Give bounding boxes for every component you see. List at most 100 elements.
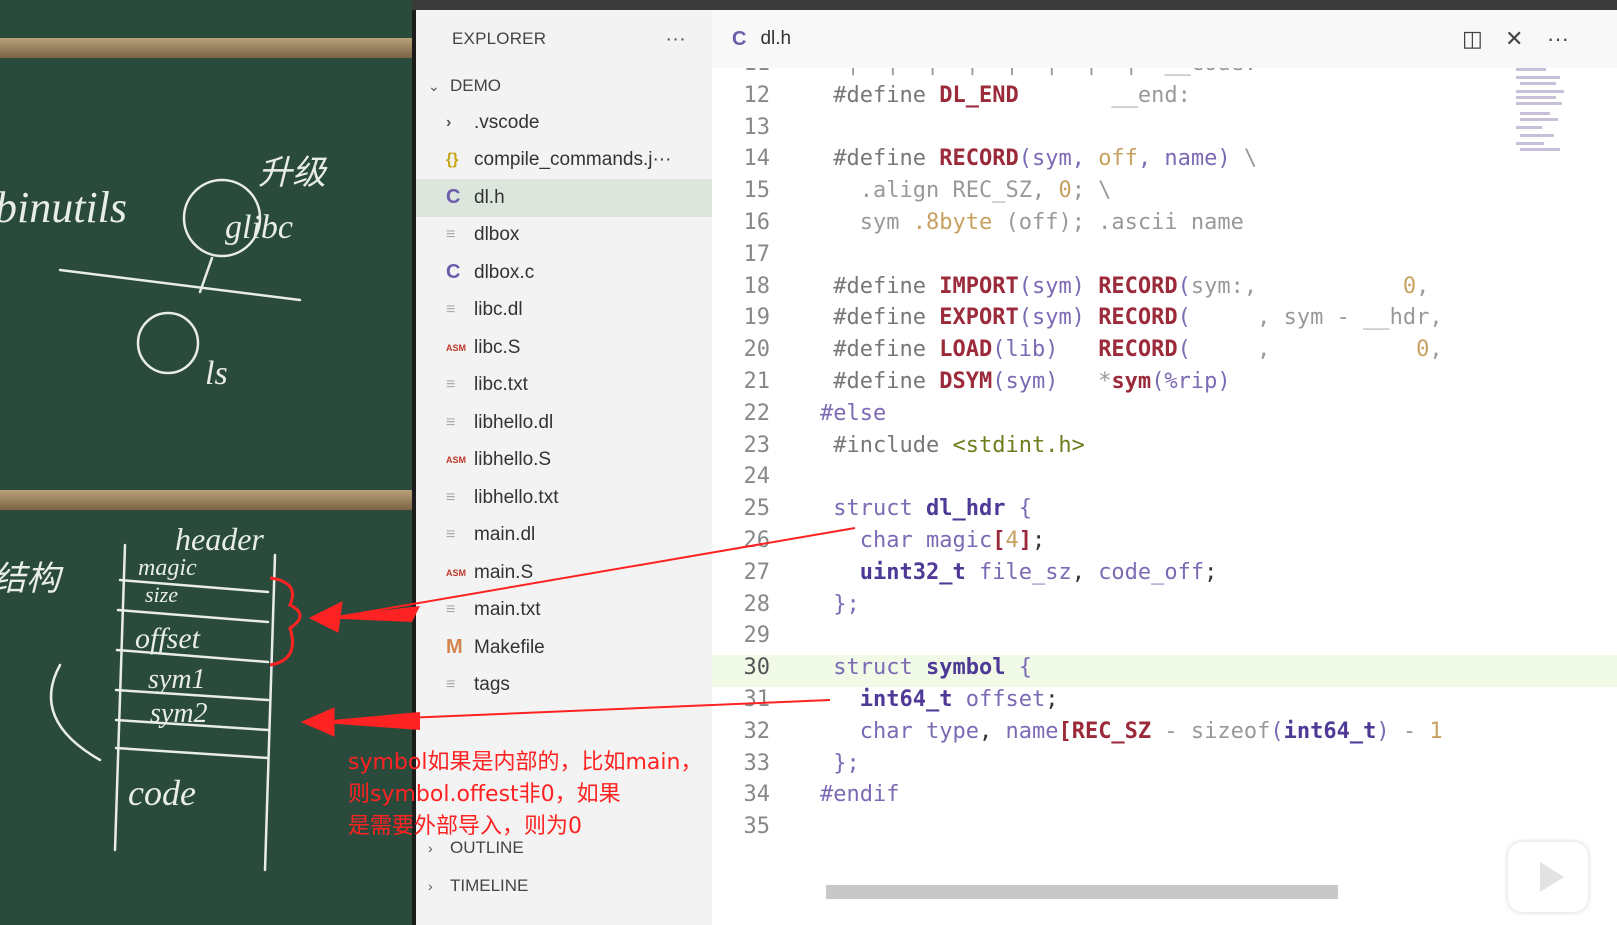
line-source: #define RECORD(sym, off, name) \ (820, 146, 1258, 172)
explorer-header: EXPLORER ··· (416, 10, 712, 68)
line-number: 17 (743, 241, 771, 267)
code-line[interactable]: 23 #include <stdint.h> (712, 433, 1617, 465)
file-name: main.S (474, 561, 534, 583)
explorer-title: EXPLORER (452, 29, 547, 48)
code-line[interactable]: 18 #define IMPORT(sym) RECORD(sym:, 0, (712, 274, 1617, 306)
line-source: }; (833, 750, 860, 776)
code-line[interactable]: 14 #define RECORD(sym, off, name) \ (712, 146, 1617, 178)
file-item[interactable]: Cdl.h (416, 179, 712, 217)
file-item[interactable]: ≡ dlbox (416, 217, 712, 255)
text-file-icon: ≡ (446, 301, 456, 319)
file-name: dlbox.c (474, 261, 535, 283)
split-editor-icon[interactable]: ◫ (1462, 26, 1483, 52)
file-name: main.dl (474, 524, 536, 546)
svg-text:code: code (128, 773, 196, 813)
tab-bar: C dl.h ◫ ✕ ··· (712, 10, 1617, 68)
minimap[interactable] (1516, 68, 1576, 208)
timeline-section[interactable]: › TIMELINE (416, 868, 712, 904)
code-line[interactable]: 13 (712, 115, 1617, 147)
svg-text:size: size (145, 582, 178, 607)
close-icon[interactable]: ✕ (1505, 26, 1523, 52)
text-file-icon: ≡ (446, 226, 456, 244)
line-number: 23 (743, 432, 771, 458)
line-number: 16 (743, 210, 771, 235)
file-item[interactable]: ≡ main.txt (416, 592, 712, 630)
code-line[interactable]: 11 | | | | | | | | __code: (712, 68, 1617, 83)
line-number: 28 (743, 591, 771, 617)
json-file-icon: {} (446, 151, 459, 169)
file-item[interactable]: ≡ libhello.txt (416, 479, 712, 517)
file-name: dl.h (474, 186, 505, 208)
svg-text:sym2: sym2 (150, 698, 208, 729)
file-item[interactable]: ≡ libc.txt (416, 367, 712, 405)
line-number: 14 (743, 146, 771, 172)
code-line[interactable]: 26 char magic[4]; (712, 528, 1617, 560)
code-line[interactable]: 28 }; (712, 592, 1617, 624)
file-name: libc.txt (474, 374, 528, 396)
line-number: 34 (743, 782, 771, 808)
file-item[interactable]: ASM main.S (416, 554, 712, 592)
svg-text:sym1: sym1 (148, 664, 206, 695)
code-line[interactable]: 29 (712, 623, 1617, 655)
line-source: #else (820, 400, 887, 426)
code-line[interactable]: 20 #define LOAD(lib) RECORD( , 0, (712, 337, 1617, 369)
line-source: #define LOAD(lib) RECORD( , 0, (820, 337, 1443, 363)
line-source: #include <stdint.h> (820, 432, 1085, 458)
annotation-line-3: 是需要外部导入，则为0 (348, 814, 582, 839)
file-name: Makefile (474, 636, 545, 658)
code-line[interactable]: 35 (712, 814, 1617, 846)
file-item[interactable]: M Makefile (416, 629, 712, 667)
code-line[interactable]: 31 int64_t offset; (712, 687, 1617, 719)
chevron-right-icon: › (428, 878, 433, 894)
code-line[interactable]: 19 #define EXPORT(sym) RECORD( , sym - _… (712, 305, 1617, 337)
code-line[interactable]: 16 sym .8byte (off); .ascii name (712, 210, 1617, 242)
code-editor[interactable]: 11 | | | | | | | | __code:12 #define DL_… (712, 68, 1617, 925)
file-item[interactable]: ≡ libhello.dl (416, 404, 712, 442)
code-line[interactable]: 21 #define DSYM(sym) *sym(%rip) (712, 369, 1617, 401)
file-item[interactable]: ≡ tags (416, 667, 712, 705)
asm-file-icon: ASM (446, 342, 466, 353)
code-line[interactable]: 15 .align REC_SZ, 0; \ (712, 178, 1617, 210)
annotation-line-2: 则symbol.offest非0，如果 (348, 782, 621, 807)
code-line[interactable]: 32 char type, name[REC_SZ - sizeof(int64… (712, 719, 1617, 751)
file-item[interactable]: ≡ libc.dl (416, 292, 712, 330)
svg-text:结构: 结构 (0, 561, 64, 598)
file-item[interactable]: ASM libc.S (416, 329, 712, 367)
more-actions-icon[interactable]: ··· (1547, 26, 1569, 52)
line-source: int64_t offset; (859, 687, 1059, 712)
c-file-icon: C (732, 27, 747, 50)
more-actions-icon[interactable]: ··· (665, 28, 686, 51)
text-file-icon: ≡ (446, 488, 456, 506)
line-source: struct dl_hdr { (833, 496, 1032, 522)
code-line[interactable]: 12 #define DL_END __end: (712, 83, 1617, 115)
svg-text:glibc: glibc (225, 209, 293, 246)
code-line[interactable]: 30 struct symbol { (712, 655, 1617, 688)
tab-dl-h[interactable]: C dl.h (732, 10, 791, 68)
code-line[interactable]: 34 #endif (712, 782, 1617, 814)
code-line[interactable]: 17 (712, 242, 1617, 274)
file-name: dlbox (474, 224, 520, 246)
text-file-icon: ≡ (446, 601, 456, 619)
code-line[interactable]: 24 (712, 464, 1617, 496)
workspace-section[interactable]: ⌄ DEMO (416, 68, 712, 104)
file-item[interactable]: ≡ main.dl (416, 517, 712, 555)
file-item[interactable]: ASM libhello.S (416, 442, 712, 480)
c-file-icon: C (446, 186, 461, 209)
code-line[interactable]: 25 struct dl_hdr { (712, 496, 1617, 528)
code-line[interactable]: 33 }; (712, 751, 1617, 783)
line-number: 29 (743, 623, 771, 649)
svg-text:header: header (175, 521, 264, 557)
code-line[interactable]: 22 #else (712, 401, 1617, 433)
asm-file-icon: ASM (446, 567, 466, 578)
video-play-button[interactable] (1508, 842, 1588, 912)
file-item[interactable]: Cdlbox.c (416, 254, 712, 292)
line-number: 35 (743, 814, 771, 840)
horizontal-scrollbar[interactable] (826, 885, 1338, 899)
line-source: }; (833, 591, 860, 617)
line-number: 26 (743, 528, 771, 553)
code-line[interactable]: 27 uint32_t file_sz, code_off; (712, 560, 1617, 592)
file-item[interactable]: {} compile_commands.j··· (416, 142, 712, 180)
c-file-icon: C (446, 261, 461, 284)
text-file-icon: ≡ (446, 413, 456, 431)
file-item[interactable]: › .vscode (416, 104, 712, 142)
